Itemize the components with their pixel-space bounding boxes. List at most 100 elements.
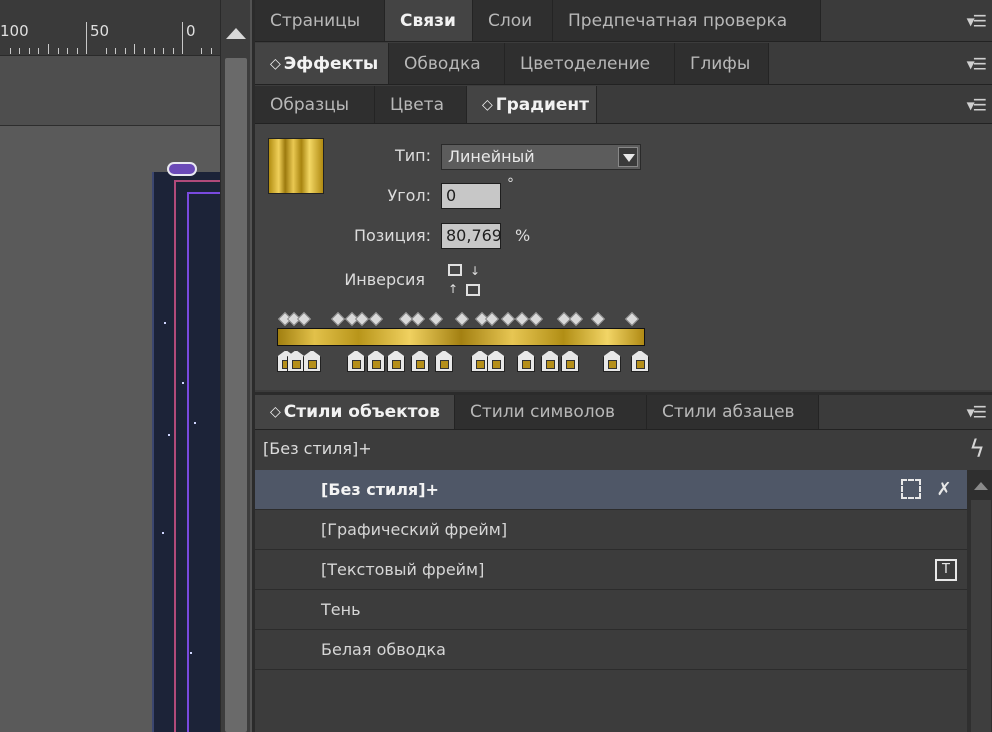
tab-preflight[interactable]: Предпечатная проверка <box>553 0 821 41</box>
list-item-label: Тень <box>321 600 361 619</box>
tab-gradient[interactable]: ◇ Градиент <box>467 86 597 123</box>
gradient-ramp[interactable] <box>277 328 645 346</box>
tab-object-styles[interactable]: ◇ Стили объектов <box>255 395 455 429</box>
color-stop-selected[interactable] <box>561 350 579 372</box>
list-item-label: [Графический фрейм] <box>321 520 508 539</box>
panel-menu-icon[interactable]: ▾☰ <box>967 95 987 114</box>
quick-apply-bolt-icon[interactable]: ϟ <box>969 435 985 463</box>
object-styles-list: [Без стиля]+ ✗ [Графический фрейм] [Текс… <box>255 470 967 732</box>
midpoint-diamond-icon[interactable] <box>484 311 500 327</box>
vertical-scrollbar[interactable] <box>220 0 250 732</box>
ruler-major-tick <box>86 22 87 54</box>
panel-tabbar-2: ◇ Эффекты Обводка Цветоделение Глифы ▾☰ <box>255 43 992 85</box>
document-strip <box>0 56 220 126</box>
scrollbar-track[interactable] <box>971 500 991 732</box>
tab-stroke[interactable]: Обводка <box>389 43 505 84</box>
list-item-label: [Текстовый фрейм] <box>321 560 485 579</box>
midpoint-diamond-icon[interactable] <box>368 311 384 327</box>
panel-menu-icon[interactable]: ▾☰ <box>967 403 987 422</box>
midpoint-diamond-icon[interactable] <box>514 311 530 327</box>
color-stop[interactable] <box>471 350 489 372</box>
document-page[interactable] <box>152 172 222 732</box>
color-stop[interactable] <box>435 350 453 372</box>
color-stop[interactable] <box>631 350 649 372</box>
color-stop[interactable] <box>387 350 405 372</box>
angle-label: Угол: <box>387 186 431 205</box>
list-scrollbar[interactable] <box>967 470 992 732</box>
tab-swatches[interactable]: Образцы <box>255 86 375 123</box>
list-item[interactable]: [Без стиля]+ ✗ <box>255 470 967 510</box>
type-label: Тип: <box>394 146 431 165</box>
tab-layers[interactable]: Слои <box>473 0 553 41</box>
list-item[interactable]: [Графический фрейм] <box>255 510 967 550</box>
scroll-up-arrow-icon[interactable] <box>226 28 246 39</box>
tab-effects[interactable]: ◇ Эффекты <box>255 43 389 84</box>
gradient-panel: Тип: Линейный Угол: 0 ° Позиция: 80,769 … <box>255 124 992 390</box>
tab-color[interactable]: Цвета <box>375 86 467 123</box>
gradient-type-select[interactable]: Линейный <box>441 144 641 170</box>
color-stop[interactable] <box>367 350 385 372</box>
midpoint-diamond-icon[interactable] <box>410 311 426 327</box>
degree-symbol: ° <box>507 176 514 192</box>
midpoint-diamond-icon[interactable] <box>296 311 312 327</box>
panel-tabbar-3: Образцы Цвета ◇ Градиент ▾☰ <box>255 86 992 124</box>
position-label: Позиция: <box>353 226 431 245</box>
angle-field[interactable]: 0 <box>441 183 501 209</box>
gradient-preview-swatch[interactable] <box>268 138 324 194</box>
no-style-brush-icon: ✗ <box>936 479 952 500</box>
text-frame-icon: T <box>935 559 957 581</box>
inner-frame[interactable] <box>187 192 222 732</box>
panel-menu-icon[interactable]: ▾☰ <box>967 54 987 73</box>
color-stop[interactable] <box>517 350 535 372</box>
tab-character-styles[interactable]: Стили символов <box>455 395 647 429</box>
panel-tabbar-1: Страницы Связи Слои Предпечатная проверк… <box>255 0 992 42</box>
list-item[interactable]: Тень <box>255 590 967 630</box>
list-item[interactable]: [Текстовый фрейм] T <box>255 550 967 590</box>
scrollbar-thumb[interactable] <box>225 58 247 732</box>
collapse-diamond-icon: ◇ <box>270 404 281 420</box>
color-stop[interactable] <box>487 350 505 372</box>
location-field[interactable]: 80,769 <box>441 223 501 249</box>
midpoint-diamond-icon[interactable] <box>624 311 640 327</box>
frame-link-handle[interactable] <box>167 162 197 176</box>
midpoint-diamond-icon[interactable] <box>428 311 444 327</box>
horizontal-ruler: 100 50 0 <box>0 0 220 56</box>
color-stop[interactable] <box>411 350 429 372</box>
color-stop[interactable] <box>603 350 621 372</box>
midpoint-diamond-icon[interactable] <box>568 311 584 327</box>
midpoint-diamond-icon[interactable] <box>590 311 606 327</box>
panel-tabbar-4: ◇ Стили объектов Стили символов Стили абз… <box>255 392 992 430</box>
tab-separations[interactable]: Цветоделение <box>505 43 675 84</box>
percent-symbol: % <box>515 226 531 245</box>
tab-effects-label: Эффекты <box>283 53 379 74</box>
document-area: 100 50 0 <box>0 0 250 732</box>
scroll-up-arrow-icon[interactable] <box>974 482 988 490</box>
list-item-label: [Без стиля]+ <box>321 480 439 499</box>
tab-pages[interactable]: Страницы <box>255 0 385 41</box>
tab-gradient-label: Градиент <box>495 94 590 115</box>
ruler-label: 100 <box>0 22 29 40</box>
panel-menu-icon[interactable]: ▾☰ <box>967 11 987 30</box>
gradient-type-value: Линейный <box>448 147 535 166</box>
tab-links[interactable]: Связи <box>385 0 473 41</box>
reverse-label: Инверсия <box>344 270 425 289</box>
midpoint-diamond-icon[interactable] <box>528 311 544 327</box>
color-stop[interactable] <box>347 350 365 372</box>
chevron-down-icon[interactable] <box>618 147 638 167</box>
reverse-gradient-icon[interactable]: ↓ ↑ <box>448 264 482 296</box>
midpoint-diamond-icon[interactable] <box>500 311 516 327</box>
midpoint-diamond-icon[interactable] <box>454 311 470 327</box>
color-stop[interactable] <box>303 350 321 372</box>
panel-dock: Страницы Связи Слои Предпечатная проверк… <box>252 0 992 732</box>
tab-paragraph-styles[interactable]: Стили абзацев <box>647 395 819 429</box>
list-item[interactable]: Белая обводка <box>255 630 967 670</box>
object-styles-toolbar: [Без стиля]+ ϟ <box>255 430 992 470</box>
collapse-diamond-icon: ◇ <box>482 96 493 113</box>
midpoint-diamond-icon[interactable] <box>330 311 346 327</box>
tab-glyphs[interactable]: Глифы <box>675 43 769 84</box>
color-stop[interactable] <box>541 350 559 372</box>
ruler-label: 50 <box>90 22 110 40</box>
collapse-diamond-icon: ◇ <box>270 55 281 72</box>
midpoint-diamond-icon[interactable] <box>354 311 370 327</box>
ruler-label: 0 <box>186 22 196 40</box>
